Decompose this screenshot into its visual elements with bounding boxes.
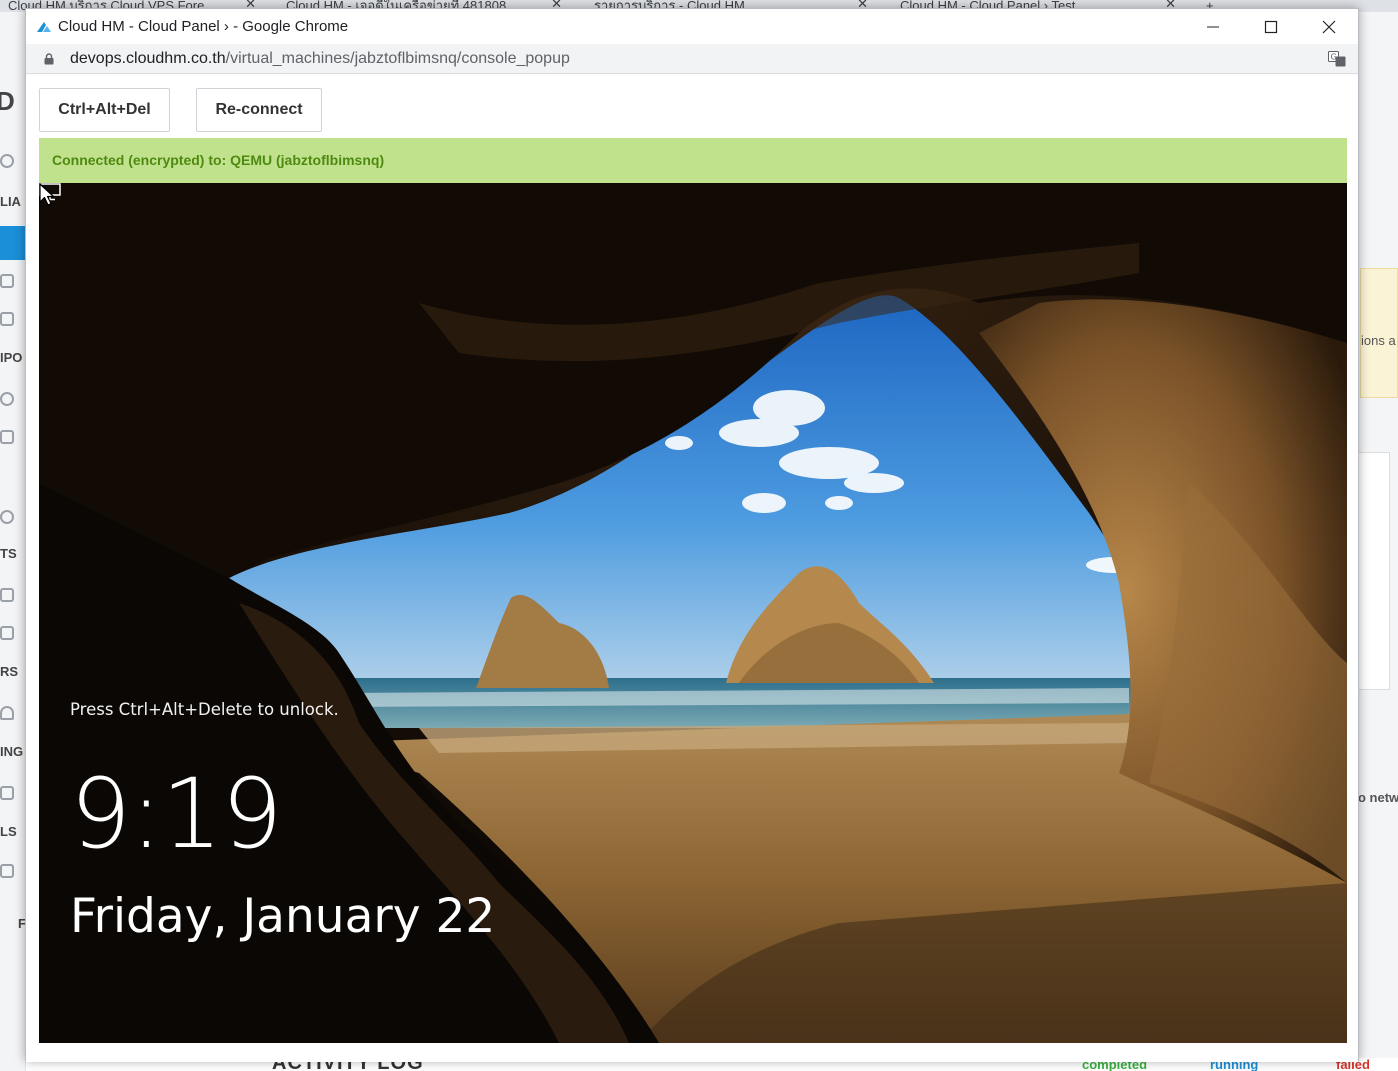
window-title: Cloud HM - Cloud Panel › - Google Chrome	[58, 18, 349, 35]
address-bar[interactable]: devops.cloudhm.co.th/virtual_machines/ja…	[26, 44, 1358, 74]
tools-icon[interactable]	[0, 864, 14, 878]
minimize-icon	[1207, 26, 1219, 27]
sidebar-section-label: ING	[0, 744, 24, 759]
url-text[interactable]: devops.cloudhm.co.th/virtual_machines/ja…	[70, 50, 570, 68]
background-content-edge: ions a o netw	[1358, 12, 1398, 1071]
background-logo: D	[0, 86, 15, 116]
dashboard-icon[interactable]	[0, 154, 14, 168]
console-content: Ctrl+Alt+Del Re-connect Connected (encry…	[26, 75, 1358, 1062]
history-icon[interactable]	[0, 392, 14, 406]
sidebar-section-label: LS	[0, 824, 17, 839]
support-icon[interactable]	[0, 510, 14, 524]
close-icon	[1322, 20, 1336, 33]
sidebar-section-label: TS	[0, 546, 17, 561]
grid-icon[interactable]	[0, 274, 14, 288]
sidebar-section-label: LIA	[0, 194, 21, 209]
unlock-hint: Press Ctrl+Alt+Delete to unlock.	[70, 700, 339, 719]
document-icon[interactable]	[0, 430, 14, 444]
minimize-button[interactable]	[1184, 9, 1242, 44]
cloud-icon[interactable]	[0, 226, 26, 260]
close-button[interactable]	[1300, 9, 1358, 44]
reconnect-button[interactable]: Re-connect	[196, 88, 322, 132]
lock-screen-time: 9:19	[70, 758, 283, 870]
maximize-icon	[1264, 20, 1278, 33]
user-icon[interactable]	[0, 706, 14, 720]
lock-icon	[44, 53, 54, 65]
background-sidebar: D LIA IPO TS RS ING LS F	[0, 12, 26, 1071]
ticket-list-icon[interactable]	[0, 626, 14, 640]
cloudhm-favicon-icon	[37, 22, 51, 32]
background-panel	[1358, 452, 1390, 690]
billing-icon[interactable]	[0, 786, 14, 800]
background-notice: ions a	[1360, 268, 1398, 398]
vm-console-screen[interactable]: Press Ctrl+Alt+Delete to unlock. 9:19 Fr…	[39, 183, 1347, 1043]
background-text: o netw	[1358, 790, 1398, 805]
translate-icon[interactable]: G	[1328, 51, 1346, 67]
svg-text:G: G	[1331, 53, 1337, 62]
mouse-cursor-icon	[39, 183, 55, 206]
sidebar-section-label: RS	[0, 664, 19, 679]
connection-status-bar: Connected (encrypted) to: QEMU (jabztofl…	[39, 138, 1347, 183]
window-titlebar[interactable]: Cloud HM - Cloud Panel › - Google Chrome	[26, 9, 1358, 44]
ctrl-alt-del-button[interactable]: Ctrl+Alt+Del	[39, 88, 170, 132]
lock-screen-date: Friday, January 22	[70, 889, 496, 944]
settings-icon[interactable]	[0, 312, 14, 326]
ticket-icon[interactable]	[0, 588, 14, 602]
sidebar-section-label: IPO	[0, 350, 23, 365]
maximize-button[interactable]	[1242, 9, 1300, 44]
console-popup-window: Cloud HM - Cloud Panel › - Google Chrome…	[25, 8, 1359, 1062]
